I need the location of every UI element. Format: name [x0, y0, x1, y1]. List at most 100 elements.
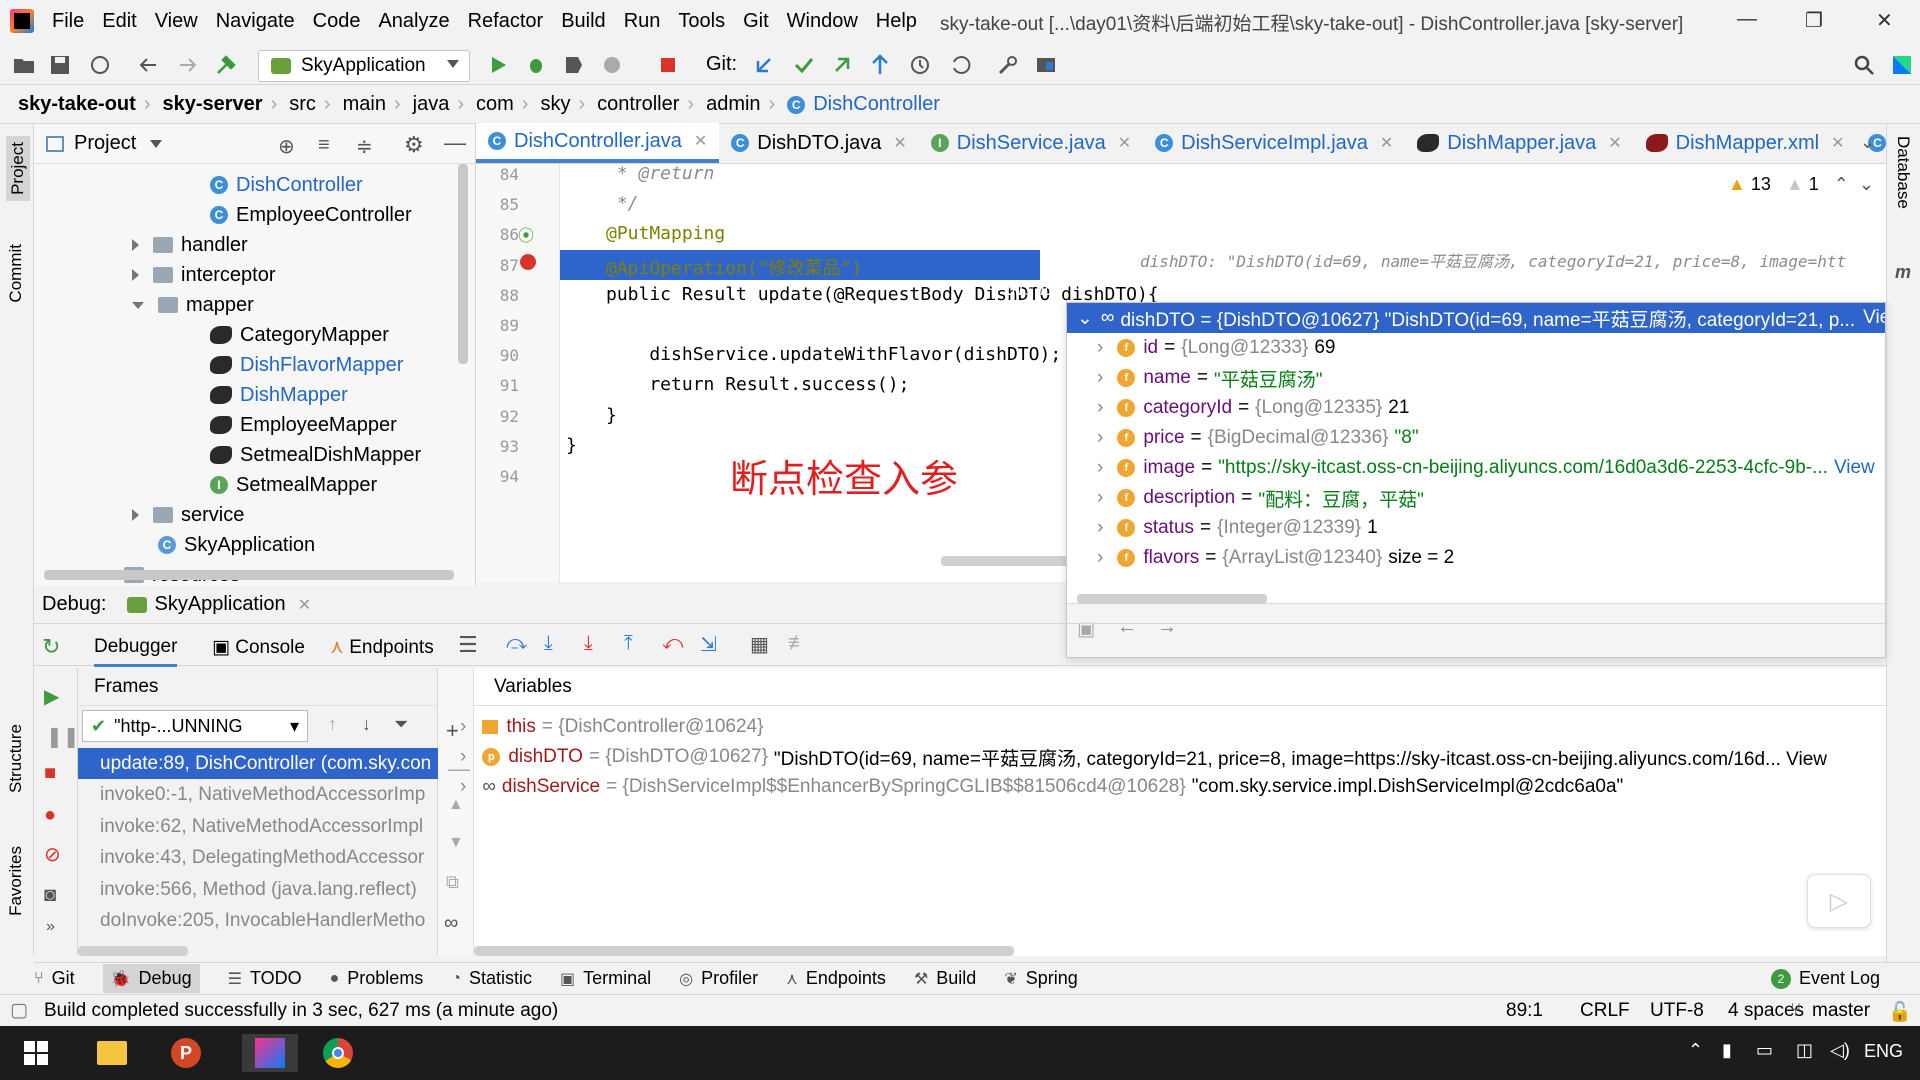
popup-header-row[interactable]: ⌄ ∞ dishDTO = {DishDTO@10627} "DishDTO(i… [1067, 303, 1885, 333]
git-update-icon[interactable] [752, 53, 776, 77]
thread-select[interactable]: ✔ "http-...UNNING ▾ [82, 710, 308, 742]
stack-frame[interactable]: doInvoke:205, InvocableHandlerMetho [78, 906, 438, 937]
code-line[interactable]: @ApiOperation("修改菜品") [606, 254, 862, 280]
monitor-icon[interactable]: ◫ [1796, 1040, 1813, 1061]
rollback-icon[interactable] [948, 53, 972, 77]
popup-view-link[interactable]: View [1863, 307, 1885, 329]
close-tab-icon[interactable]: ✕ [1380, 133, 1393, 153]
field-view-link[interactable]: View [1834, 457, 1875, 479]
restore-icon[interactable]: ❐ [1805, 8, 1823, 33]
language-indicator[interactable]: ENG [1864, 1041, 1903, 1062]
trace-stream-icon[interactable]: ≢ [788, 632, 808, 655]
event-log-button[interactable]: 2 Event Log [1770, 968, 1880, 989]
status-toggle-icon[interactable]: ▢ [10, 999, 28, 1022]
camera-icon[interactable]: ◙ [44, 884, 56, 907]
bottom-tab-todo[interactable]: ☰ TODO [228, 968, 302, 989]
run-icon[interactable] [486, 53, 510, 77]
tree-item[interactable]: C SkyApplication [158, 530, 315, 560]
crumb-module[interactable]: sky-server [162, 93, 262, 116]
tree-item[interactable]: handler [132, 230, 248, 260]
build-hammer-icon[interactable] [214, 53, 238, 77]
bottom-tab-spring[interactable]: ❦ Spring [1004, 968, 1077, 989]
menu-refactor[interactable]: Refactor [468, 10, 554, 33]
settings-wrench-icon[interactable] [996, 53, 1020, 77]
maven-icon[interactable]: m [1895, 262, 1911, 283]
tool-database[interactable]: Database [1893, 136, 1913, 209]
view-breakpoints-icon[interactable]: ● [44, 804, 56, 827]
lock-icon[interactable]: 🔓 [1888, 1000, 1912, 1024]
crumb-admin[interactable]: admin [706, 93, 760, 116]
project-panel-title[interactable]: Project [74, 132, 136, 155]
tab-dishservice[interactable]: I DishService.java ✕ [919, 123, 1143, 163]
tool-structure[interactable]: Structure [6, 724, 26, 793]
field-row[interactable]: › f id = {Long@12333} 69 [1097, 333, 1335, 363]
crumb-class[interactable]: DishController [813, 93, 940, 116]
field-row[interactable]: › f image = "https://sky-itcast.oss-cn-beiji… [1097, 453, 1875, 483]
windows-start-icon[interactable] [16, 1034, 56, 1072]
layout-menu-icon[interactable]: ☰ [458, 632, 478, 658]
chevron-right-icon[interactable]: › [460, 746, 466, 768]
crumb-controller[interactable]: controller [597, 93, 679, 116]
back-arrow-icon[interactable] [136, 53, 160, 77]
chevron-right-icon[interactable]: › [1097, 427, 1103, 449]
frame-down-icon[interactable]: ↓ [362, 714, 371, 735]
tree-item[interactable]: I SetmealMapper [210, 470, 377, 500]
menu-git[interactable]: Git [743, 10, 779, 33]
expand-all-icon[interactable]: ≡ [318, 134, 330, 157]
minimize-icon[interactable]: — [1737, 8, 1757, 31]
menu-code[interactable]: Code [313, 10, 371, 33]
bottom-tab-build[interactable]: ⚒ Build [914, 968, 976, 989]
code-line[interactable]: dishService.updateWithFlavor(dishDTO); [606, 344, 1061, 365]
tree-item[interactable]: CategoryMapper [210, 320, 389, 350]
crumb-sky[interactable]: sky [540, 93, 570, 116]
bottom-tab-problems[interactable]: ● Problems [330, 968, 424, 989]
debug-bug-icon[interactable] [524, 53, 548, 77]
code-line[interactable]: } [566, 435, 577, 456]
stack-frame[interactable]: invoke:566, Method (java.lang.reflect) [78, 874, 438, 905]
close-session-icon[interactable]: ✕ [298, 595, 311, 615]
tool-project[interactable]: Project [6, 136, 30, 201]
field-row[interactable]: › f status = {Integer@12339} 1 [1097, 513, 1378, 543]
git-commit-check-icon[interactable] [792, 53, 816, 77]
bottom-tab-debug[interactable]: 🐞 Debug [102, 964, 200, 993]
watch-glasses-icon[interactable]: ∞ [444, 912, 458, 935]
menu-tools[interactable]: Tools [678, 10, 735, 33]
duplicate-icon[interactable]: ⧉ [446, 872, 459, 893]
stack-frame[interactable]: update:89, DishController (com.sky.con [78, 748, 438, 779]
chrome-icon[interactable] [318, 1034, 358, 1072]
field-row[interactable]: › f description = "配料：豆腐，平菇" [1097, 483, 1424, 513]
close-tab-icon[interactable]: ✕ [694, 131, 707, 151]
menu-analyze[interactable]: Analyze [378, 10, 459, 33]
coverage-icon[interactable] [562, 53, 586, 77]
field-row[interactable]: › f categoryId = {Long@12335} 21 [1097, 393, 1409, 423]
tree-item[interactable]: SetmealDishMapper [210, 440, 421, 470]
menu-navigate[interactable]: Navigate [216, 10, 305, 33]
project-structure-icon[interactable] [1034, 53, 1058, 77]
chevron-right-icon[interactable]: › [1097, 367, 1103, 389]
move-down-icon[interactable]: ▼ [448, 834, 464, 852]
chevron-right-icon[interactable]: › [1097, 547, 1103, 569]
forward-arrow-icon[interactable] [176, 53, 200, 77]
tree-item[interactable]: C DishController [210, 170, 363, 200]
file-encoding[interactable]: UTF-8 [1650, 1000, 1704, 1022]
chevron-right-icon[interactable] [132, 269, 139, 281]
gear-icon[interactable]: ⚙ [404, 132, 424, 158]
step-into-icon[interactable]: ⤓ [544, 632, 553, 655]
mute-breakpoints-icon[interactable]: ⊘ [44, 842, 61, 867]
history-clock-icon[interactable] [908, 53, 932, 77]
bottom-tab-statistic[interactable]: ◔ Statistic [451, 968, 532, 989]
close-tab-icon[interactable]: ✕ [893, 133, 906, 153]
stop-icon[interactable] [656, 53, 680, 77]
tool-favorites[interactable]: Favorites [6, 846, 26, 916]
field-row[interactable]: › f name = "平菇豆腐汤" [1097, 363, 1322, 393]
resume-icon[interactable]: ▶ [44, 684, 59, 709]
tree-item[interactable]: C EmployeeController [210, 200, 412, 230]
chevron-right-icon[interactable]: › [1097, 457, 1103, 479]
search-icon[interactable] [1852, 53, 1876, 77]
tree-item[interactable]: service [132, 500, 244, 530]
chevron-right-icon[interactable]: › [1097, 397, 1103, 419]
bottom-tab-terminal[interactable]: ▣ Terminal [560, 968, 651, 989]
volume-icon[interactable]: ◁) [1830, 1040, 1850, 1061]
filter-icon[interactable]: ⏷ [394, 714, 408, 735]
code-line[interactable]: @PutMapping [606, 223, 725, 244]
